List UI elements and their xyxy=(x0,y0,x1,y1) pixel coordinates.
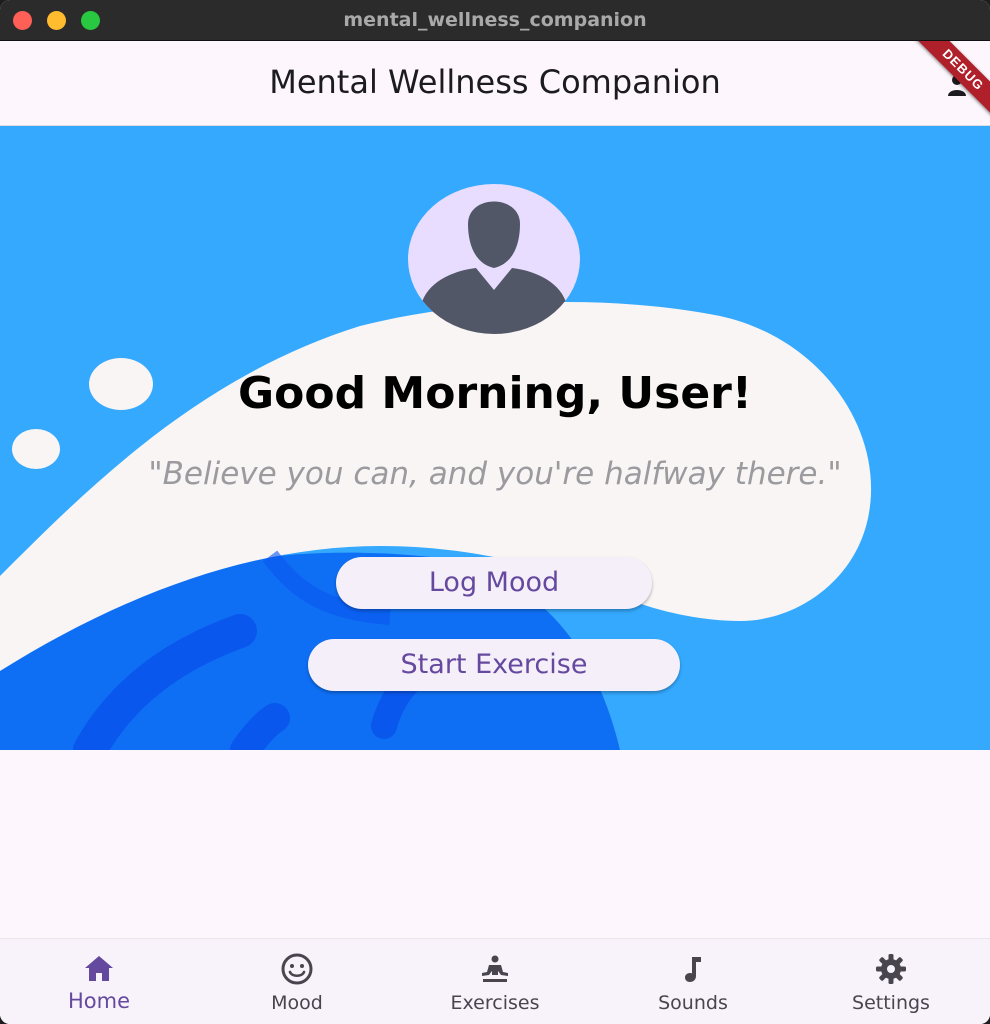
nav-label-home: Home xyxy=(67,989,130,1013)
start-exercise-button[interactable]: Start Exercise xyxy=(308,639,680,691)
hero-section: Good Morning, User! "Believe you can, an… xyxy=(0,126,990,750)
app-window: mental_wellness_companion Mental Wellnes… xyxy=(0,0,990,1024)
nav-item-sounds[interactable]: Sounds xyxy=(594,939,792,1024)
nav-label-exercises: Exercises xyxy=(450,992,540,1014)
nav-item-home[interactable]: Home xyxy=(0,939,198,1024)
greeting-heading: Good Morning, User! xyxy=(238,368,752,419)
window-titlebar: mental_wellness_companion xyxy=(0,0,990,41)
gear-icon xyxy=(876,954,906,984)
user-silhouette-icon xyxy=(422,201,566,334)
person-icon[interactable] xyxy=(948,74,966,98)
nav-item-exercises[interactable]: Exercises xyxy=(396,939,594,1024)
app-bar: Mental Wellness Companion xyxy=(0,41,990,126)
app-title: Mental Wellness Companion xyxy=(269,63,721,101)
nav-item-mood[interactable]: Mood xyxy=(198,939,396,1024)
music-note-icon xyxy=(685,957,701,982)
motivational-quote: "Believe you can, and you're halfway the… xyxy=(148,456,842,492)
nav-label-sounds: Sounds xyxy=(658,992,728,1014)
home-icon xyxy=(85,956,113,981)
nav-label-mood: Mood xyxy=(271,992,323,1014)
nav-item-settings[interactable]: Settings xyxy=(792,939,990,1024)
nav-label-settings: Settings xyxy=(852,992,930,1014)
window-title: mental_wellness_companion xyxy=(343,9,647,31)
bottom-navigation: Home Mood Exercises Sounds Settings xyxy=(0,938,990,1024)
meditation-icon xyxy=(482,955,508,982)
log-mood-button[interactable]: Log Mood xyxy=(336,557,652,609)
smiley-icon xyxy=(281,953,313,985)
avatar xyxy=(408,184,580,334)
